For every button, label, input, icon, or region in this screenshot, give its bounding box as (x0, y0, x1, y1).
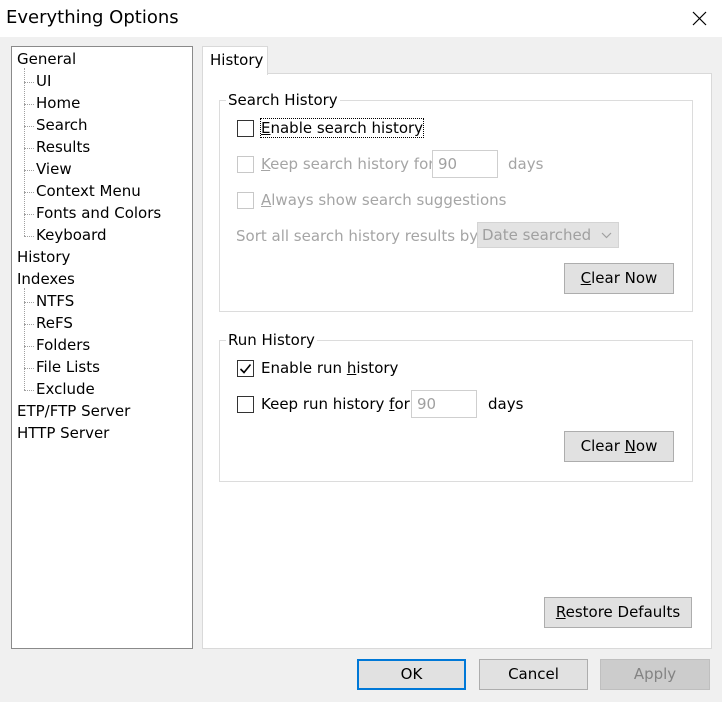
tree-item-history[interactable]: History (17, 247, 70, 267)
run-history-legend: Run History (226, 331, 317, 349)
search-history-group: Search History Enable search history Kee… (219, 91, 693, 312)
enable-run-history-checkbox[interactable] (237, 360, 254, 377)
tree-connector (24, 288, 25, 390)
checkmark-icon (239, 363, 252, 374)
clear-run-history-button[interactable]: Clear Now (564, 431, 674, 462)
tree-item-results[interactable]: Results (36, 137, 90, 157)
tree-item-http-server[interactable]: HTTP Server (17, 423, 109, 443)
ok-button[interactable]: OK (357, 659, 466, 690)
tree-item-ntfs[interactable]: NTFS (36, 291, 74, 311)
sort-results-selected: Date searched (482, 226, 592, 244)
tree-item-folders[interactable]: Folders (36, 335, 90, 355)
tree-connector (24, 236, 34, 237)
search-history-days-input[interactable]: 90 (432, 150, 498, 178)
keep-search-history-label: Keep search history for (261, 155, 435, 173)
close-button[interactable] (676, 0, 722, 37)
tree-connector (24, 68, 25, 236)
tree-connector (24, 214, 34, 215)
tree-item-search[interactable]: Search (36, 115, 88, 135)
sort-results-dropdown[interactable]: Date searched (477, 222, 619, 248)
tree-connector (24, 324, 34, 325)
run-history-days-input[interactable]: 90 (411, 390, 477, 418)
apply-button[interactable]: Apply (600, 659, 710, 690)
tree-item-context-menu[interactable]: Context Menu (36, 181, 141, 201)
tree-item-keyboard[interactable]: Keyboard (36, 225, 107, 245)
run-history-group: Run History Enable run history Keep run … (219, 331, 693, 482)
keep-run-history-label[interactable]: Keep run history for (261, 395, 410, 413)
enable-search-history-label[interactable]: Enable search history (259, 118, 425, 138)
options-tree[interactable]: General UI Home Search Results View Context Me… (11, 46, 193, 649)
always-show-suggestions-checkbox[interactable] (237, 192, 254, 209)
tree-item-etp-ftp-server[interactable]: ETP/FTP Server (17, 401, 130, 421)
window-title: Everything Options (6, 7, 179, 28)
run-history-days-unit: days (488, 395, 524, 413)
tree-item-home[interactable]: Home (36, 93, 80, 113)
tree-item-general[interactable]: General (17, 49, 76, 69)
tree-item-ui[interactable]: UI (36, 71, 51, 91)
chevron-down-icon (601, 232, 612, 239)
tree-connector (24, 170, 34, 171)
tree-connector (24, 368, 34, 369)
tree-item-fonts-and-colors[interactable]: Fonts and Colors (36, 203, 161, 223)
tree-item-view[interactable]: View (36, 159, 72, 179)
tree-connector (24, 346, 34, 347)
tree-item-refs[interactable]: ReFS (36, 313, 73, 333)
tree-connector (24, 126, 34, 127)
tree-connector (24, 148, 34, 149)
tree-connector (24, 302, 34, 303)
tree-item-indexes[interactable]: Indexes (17, 269, 75, 289)
tab-label: History (210, 51, 264, 69)
title-bar: Everything Options (0, 0, 722, 37)
tree-item-exclude[interactable]: Exclude (36, 379, 95, 399)
clear-search-history-button[interactable]: Clear Now (564, 263, 674, 294)
close-icon (692, 11, 707, 26)
tree-connector (24, 192, 34, 193)
history-panel: Search History Enable search history Kee… (202, 73, 712, 649)
enable-run-history-label[interactable]: Enable run history (261, 359, 398, 377)
keep-search-history-checkbox[interactable] (237, 156, 254, 173)
tree-item-file-lists[interactable]: File Lists (36, 357, 100, 377)
always-show-suggestions-label: Always show search suggestions (261, 191, 507, 209)
enable-search-history-checkbox[interactable] (237, 120, 254, 137)
restore-defaults-button[interactable]: Restore Defaults (544, 597, 692, 628)
search-history-days-unit: days (508, 155, 544, 173)
tree-connector (24, 82, 34, 83)
keep-run-history-checkbox[interactable] (237, 396, 254, 413)
sort-results-label: Sort all search history results by: (236, 227, 483, 245)
tab-history[interactable]: History (202, 46, 268, 75)
tree-connector (24, 390, 34, 391)
cancel-button[interactable]: Cancel (479, 659, 588, 690)
tree-connector (24, 104, 34, 105)
search-history-legend: Search History (226, 91, 340, 109)
